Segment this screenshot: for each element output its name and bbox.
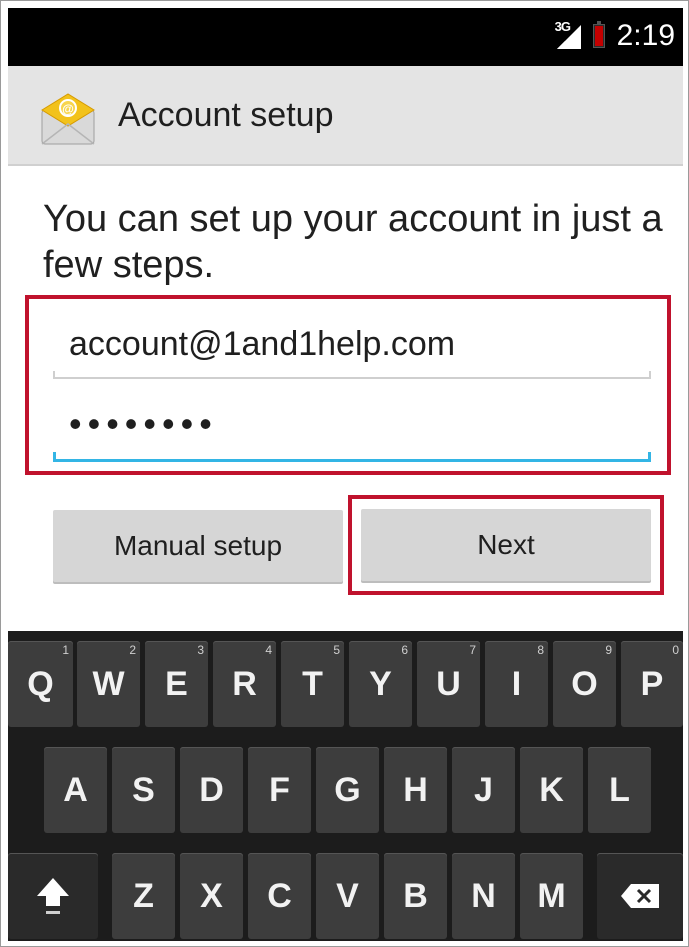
key-i[interactable]: I8 <box>485 641 548 727</box>
key-hint: 2 <box>129 643 136 657</box>
key-v[interactable]: V <box>316 853 379 939</box>
phone-screen: 3G 2:19 @ Account setup You can set up y… <box>0 0 689 947</box>
key-hint: 4 <box>265 643 272 657</box>
key-hint: 0 <box>672 643 679 657</box>
next-highlight-box <box>348 495 664 595</box>
key-m[interactable]: M <box>520 853 583 939</box>
key-label: I <box>511 664 522 703</box>
key-hint: 8 <box>537 643 544 657</box>
key-y[interactable]: Y6 <box>349 641 412 727</box>
key-t[interactable]: T5 <box>281 641 344 727</box>
key-hint: 1 <box>62 643 69 657</box>
key-b[interactable]: B <box>384 853 447 939</box>
network-type-label: 3G <box>554 19 571 34</box>
svg-text:@: @ <box>62 102 74 116</box>
key-label: Q <box>27 664 54 703</box>
key-hint: 7 <box>469 643 476 657</box>
key-h[interactable]: H <box>384 747 447 833</box>
battery-icon <box>592 21 605 48</box>
shift-key[interactable] <box>8 853 98 939</box>
key-hint: 9 <box>605 643 612 657</box>
key-k[interactable]: K <box>520 747 583 833</box>
clock: 2:19 <box>616 19 675 52</box>
key-a[interactable]: A <box>44 747 107 833</box>
status-bar: 3G 2:19 <box>8 8 683 66</box>
key-r[interactable]: R4 <box>213 641 276 727</box>
key-hint: 5 <box>333 643 340 657</box>
key-label: P <box>640 664 664 703</box>
key-f[interactable]: F <box>248 747 311 833</box>
backspace-key[interactable] <box>597 853 683 939</box>
key-n[interactable]: N <box>452 853 515 939</box>
key-p[interactable]: P0 <box>621 641 683 727</box>
key-hint: 6 <box>401 643 408 657</box>
key-label: O <box>571 664 598 703</box>
key-e[interactable]: E3 <box>145 641 208 727</box>
signal-icon: 3G <box>555 19 581 49</box>
backspace-icon <box>619 882 661 910</box>
shift-icon <box>36 876 70 916</box>
setup-instructions: You can set up your account in just a fe… <box>43 198 663 286</box>
key-l[interactable]: L <box>588 747 651 833</box>
key-label: U <box>436 664 461 703</box>
on-screen-keyboard: Q1 W2 E3 R4 T5 Y6 U7 I8 O9 P0 A S D F G … <box>8 631 683 941</box>
key-j[interactable]: J <box>452 747 515 833</box>
key-hint: 3 <box>197 643 204 657</box>
key-o[interactable]: O9 <box>553 641 616 727</box>
key-c[interactable]: C <box>248 853 311 939</box>
action-bar: @ Account setup <box>8 66 683 166</box>
key-label: T <box>302 664 323 703</box>
key-w[interactable]: W2 <box>77 641 140 727</box>
key-s[interactable]: S <box>112 747 175 833</box>
manual-setup-button[interactable]: Manual setup <box>53 510 343 582</box>
key-q[interactable]: Q1 <box>8 641 73 727</box>
key-label: E <box>165 664 188 703</box>
key-g[interactable]: G <box>316 747 379 833</box>
key-x[interactable]: X <box>180 853 243 939</box>
key-z[interactable]: Z <box>112 853 175 939</box>
key-label: W <box>92 664 125 703</box>
key-label: R <box>232 664 257 703</box>
key-d[interactable]: D <box>180 747 243 833</box>
page-title: Account setup <box>118 96 334 134</box>
key-label: Y <box>369 664 392 703</box>
key-u[interactable]: U7 <box>417 641 480 727</box>
email-app-icon: @ <box>38 90 98 150</box>
credentials-highlight-box <box>25 295 671 475</box>
